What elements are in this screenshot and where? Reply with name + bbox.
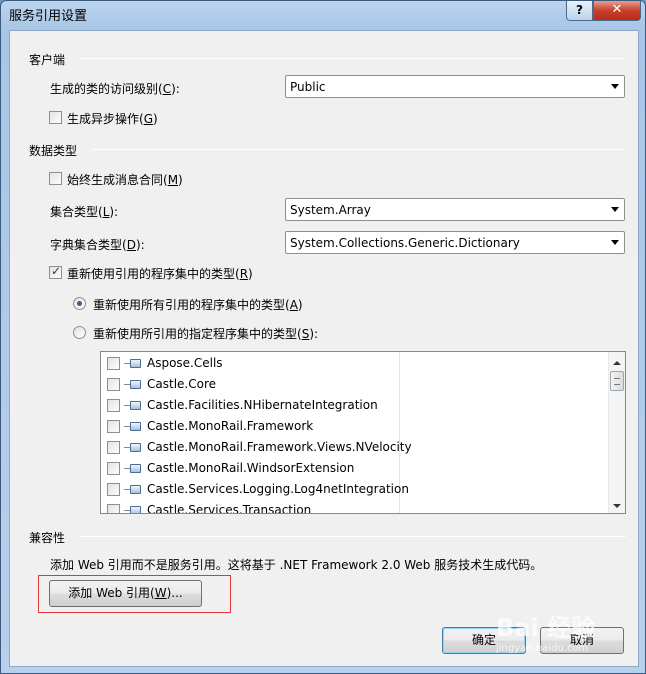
client-section-header: 客户端 — [29, 53, 66, 67]
dictionary-type-select[interactable]: System.Collections.Generic.Dictionary — [285, 231, 625, 254]
reference-icon — [124, 421, 144, 432]
chevron-down-icon[interactable] — [607, 199, 624, 220]
scroll-thumb[interactable] — [610, 371, 624, 391]
compat-section-header: 兼容性 — [29, 531, 66, 545]
reference-icon — [124, 400, 144, 411]
assembly-list[interactable]: Aspose.Cells Castle.Core Castle.Faciliti… — [100, 351, 626, 514]
watermark-url: jingyan.baidu.com — [496, 643, 589, 654]
assembly-name: Castle.Core — [147, 377, 216, 391]
assembly-checkbox[interactable] — [107, 483, 120, 496]
list-item[interactable]: Castle.MonoRail.Framework.Views.NVelocit… — [107, 437, 607, 458]
window-title: 服务引用设置 — [9, 9, 88, 24]
list-item[interactable]: Castle.Core — [107, 374, 607, 395]
watermark-logo: Bai 经验 — [496, 614, 596, 642]
dictionary-type-label: 字典集合类型(D): — [50, 238, 145, 252]
assembly-name: Castle.MonoRail.WindsorExtension — [147, 461, 355, 475]
assembly-checkbox[interactable] — [107, 378, 120, 391]
assembly-name: Castle.Services.Logging.Log4netIntegrati… — [147, 482, 409, 496]
assembly-name: Castle.Services.Transaction — [147, 503, 312, 513]
async-label[interactable]: 生成异步操作(G) — [67, 110, 158, 127]
compat-description: 添加 Web 引用而不是服务引用。这将基于 .NET Framework 2.0… — [50, 558, 543, 572]
assembly-list-items: Aspose.Cells Castle.Core Castle.Faciliti… — [101, 352, 610, 513]
reference-icon — [124, 484, 144, 495]
assembly-checkbox[interactable] — [107, 420, 120, 433]
reuse-types-checkbox[interactable] — [49, 264, 62, 279]
reference-icon — [124, 505, 144, 513]
async-checkbox[interactable] — [49, 111, 62, 124]
assembly-checkbox[interactable] — [107, 441, 120, 454]
collection-type-value: System.Array — [290, 203, 371, 217]
list-item[interactable]: Castle.Facilities.NHibernateIntegration — [107, 395, 607, 416]
chevron-down-icon[interactable] — [607, 76, 624, 97]
list-item[interactable]: Castle.MonoRail.WindsorExtension — [107, 458, 607, 479]
scroll-down-icon[interactable] — [609, 497, 625, 513]
close-button[interactable]: ✕ — [593, 1, 641, 21]
assembly-checkbox[interactable] — [107, 399, 120, 412]
assembly-name: Aspose.Cells — [147, 356, 223, 370]
reference-icon — [124, 358, 144, 369]
data-separator — [92, 149, 626, 150]
help-button[interactable]: ? — [566, 1, 593, 21]
scroll-up-icon[interactable] — [609, 352, 625, 368]
help-icon: ? — [576, 3, 583, 17]
reference-icon — [124, 442, 144, 453]
list-item[interactable]: Castle.Services.Logging.Log4netIntegrati… — [107, 479, 607, 500]
collection-type-select[interactable]: System.Array — [285, 198, 625, 221]
assembly-name: Castle.MonoRail.Framework.Views.NVelocit… — [147, 440, 412, 454]
compat-separator — [80, 536, 626, 537]
close-icon: ✕ — [611, 2, 623, 17]
access-level-label: 生成的类的访问级别(C): — [50, 82, 180, 96]
data-section-header: 数据类型 — [29, 144, 78, 158]
list-item[interactable]: Castle.Services.Transaction — [107, 500, 607, 513]
reference-icon — [124, 463, 144, 474]
dialog-body: 客户端 生成的类的访问级别(C): Public 生成异步操作(G) 数据类型 … — [9, 30, 639, 667]
reuse-all-radio[interactable] — [73, 297, 86, 310]
access-level-select[interactable]: Public — [285, 75, 625, 98]
client-separator — [80, 58, 626, 59]
dialog-window: 服务引用设置 ? ✕ 客户端 生成的类的访问级别(C): Public 生成异步… — [0, 0, 646, 674]
add-web-reference-button[interactable]: 添加 Web 引用(W)... — [49, 580, 202, 607]
vertical-scrollbar[interactable] — [608, 352, 625, 513]
reuse-specified-label[interactable]: 重新使用所引用的指定程序集中的类型(S): — [93, 325, 318, 342]
assembly-checkbox[interactable] — [107, 357, 120, 370]
assembly-name: Castle.Facilities.NHibernateIntegration — [147, 398, 378, 412]
assembly-checkbox[interactable] — [107, 462, 120, 475]
assembly-name: Castle.MonoRail.Framework — [147, 419, 314, 433]
reuse-types-label[interactable]: 重新使用引用的程序集中的类型(R) — [67, 265, 253, 282]
assembly-checkbox[interactable] — [107, 504, 120, 513]
always-message-contract-label[interactable]: 始终生成消息合同(M) — [67, 171, 183, 188]
always-message-contract-checkbox[interactable] — [49, 172, 62, 185]
reuse-specified-radio[interactable] — [73, 326, 86, 339]
dictionary-type-value: System.Collections.Generic.Dictionary — [290, 236, 520, 250]
access-level-value: Public — [290, 80, 326, 94]
list-item[interactable]: Aspose.Cells — [107, 353, 607, 374]
list-item[interactable]: Castle.MonoRail.Framework — [107, 416, 607, 437]
reuse-all-label[interactable]: 重新使用所有引用的程序集中的类型(A) — [93, 296, 303, 313]
chevron-down-icon[interactable] — [607, 232, 624, 253]
reference-icon — [124, 379, 144, 390]
collection-type-label: 集合类型(L): — [50, 205, 119, 219]
